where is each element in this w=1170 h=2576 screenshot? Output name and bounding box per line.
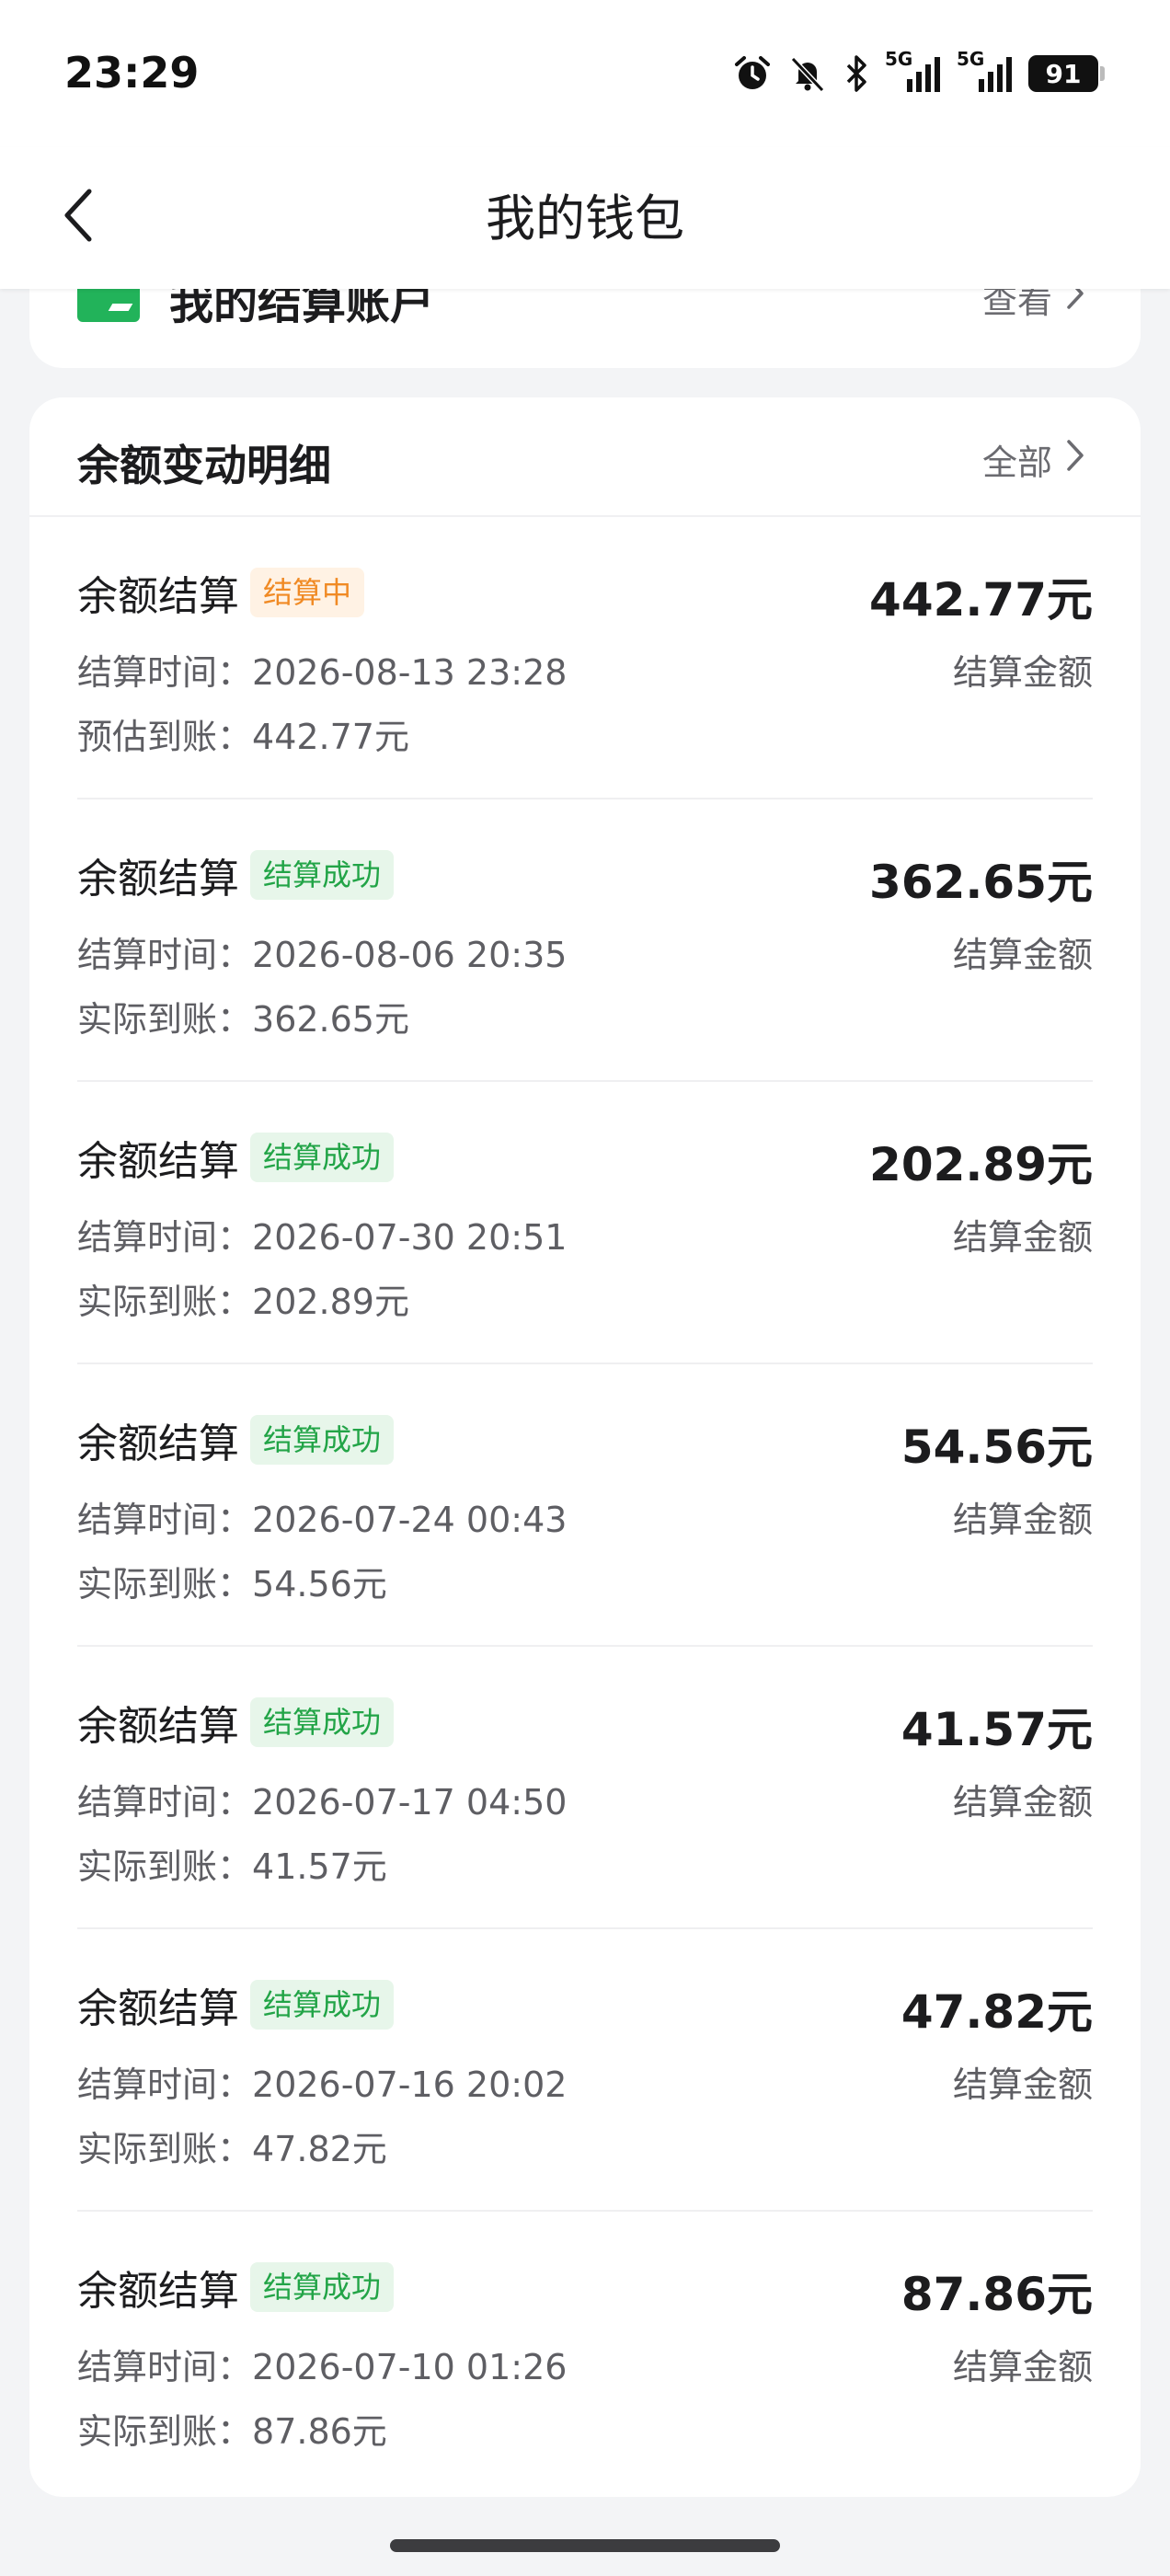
record-time: 结算时间：2026-08-13 23:28 [77, 652, 568, 693]
battery-icon: 91 [1028, 55, 1105, 92]
status-badge: 结算成功 [250, 2262, 395, 2312]
record-time: 结算时间：2026-07-30 20:51 [77, 1217, 568, 1258]
record-arrival: 实际到账：87.86元 [77, 2411, 387, 2452]
balance-detail-title: 余额变动明细 [77, 441, 331, 490]
record-arrival: 实际到账：41.57元 [77, 1846, 387, 1887]
list-item[interactable]: 余额结算 结算成功 结算时间：2026-07-24 00:43 实际到账：54.… [77, 1364, 1093, 1647]
battery-level: 91 [1045, 58, 1082, 89]
record-title: 余额结算 [77, 1703, 239, 1750]
record-amount-label: 结算金额 [952, 1217, 1093, 1258]
list-item[interactable]: 余额结算 结算成功 结算时间：2026-07-10 01:26 实际到账：87.… [77, 2212, 1093, 2494]
status-time: 23:29 [64, 48, 200, 98]
view-all-link[interactable]: 全部 [982, 434, 1085, 485]
record-title: 余额结算 [77, 1420, 239, 1467]
view-all-label: 全部 [981, 443, 1052, 483]
record-title: 余额结算 [77, 1138, 239, 1185]
status-bar: 23:29 5G 5G 91 [0, 0, 1170, 147]
record-amount-label: 结算金额 [952, 2347, 1093, 2387]
bluetooth-icon [843, 53, 870, 94]
record-title: 余额结算 [77, 2268, 239, 2315]
record-amount: 41.57元 [900, 1703, 1093, 1756]
record-amount: 87.86元 [900, 2268, 1093, 2321]
signal-5g-icon: 5G [957, 48, 1014, 96]
record-arrival: 实际到账：47.82元 [77, 2129, 387, 2169]
status-badge: 结算成功 [250, 1980, 395, 2030]
list-item[interactable]: 余额结算 结算成功 结算时间：2026-07-17 04:50 实际到账：41.… [77, 1647, 1093, 1929]
record-amount-label: 结算金额 [952, 2064, 1093, 2105]
record-amount: 54.56元 [900, 1420, 1093, 1474]
bell-muted-icon [787, 53, 828, 94]
status-icons: 5G 5G 91 [732, 46, 1105, 101]
status-badge: 结算成功 [250, 1133, 395, 1182]
record-title: 余额结算 [77, 573, 239, 620]
record-arrival: 实际到账：362.65元 [77, 999, 409, 1040]
record-amount: 442.77元 [869, 573, 1093, 627]
record-arrival: 实际到账：54.56元 [77, 1564, 387, 1604]
list-item[interactable]: 余额结算 结算中 结算时间：2026-08-13 23:28 预估到账：442.… [77, 517, 1093, 799]
record-title-row: 余额结算 结算成功 [77, 1693, 395, 1752]
list-item[interactable]: 余额结算 结算成功 结算时间：2026-07-16 20:02 实际到账：47.… [77, 1929, 1093, 2212]
page-title: 我的钱包 [486, 190, 684, 247]
record-title: 余额结算 [77, 856, 239, 903]
record-time: 结算时间：2026-07-17 04:50 [77, 1782, 568, 1823]
record-arrival: 预估到账：442.77元 [77, 717, 409, 757]
balance-detail-header: 余额变动明细 全部 [29, 397, 1141, 517]
record-title-row: 余额结算 结算中 [77, 563, 365, 622]
record-title-row: 余额结算 结算成功 [77, 1128, 395, 1187]
record-amount: 362.65元 [869, 856, 1093, 909]
record-title-row: 余额结算 结算成功 [77, 1410, 395, 1469]
record-title-row: 余额结算 结算成功 [77, 2258, 395, 2317]
record-amount: 47.82元 [900, 1985, 1093, 2039]
balance-detail-card: 余额变动明细 全部 余额结算 结算中 结算时间：2026-08-13 23:28… [29, 397, 1141, 2497]
record-time: 结算时间：2026-08-06 20:35 [77, 935, 568, 975]
record-amount-label: 结算金额 [952, 1500, 1093, 1540]
record-amount-label: 结算金额 [952, 652, 1093, 693]
signal-5g-icon: 5G [885, 48, 942, 96]
status-badge: 结算中 [250, 568, 365, 617]
alarm-icon [732, 53, 773, 94]
record-arrival: 实际到账：202.89元 [77, 1282, 409, 1322]
record-time: 结算时间：2026-07-24 00:43 [77, 1500, 568, 1540]
record-title-row: 余额结算 结算成功 [77, 1975, 395, 2034]
record-time: 结算时间：2026-07-10 01:26 [77, 2347, 568, 2387]
chevron-right-icon [1065, 438, 1085, 481]
list-item[interactable]: 余额结算 结算成功 结算时间：2026-08-06 20:35 实际到账：362… [77, 799, 1093, 1082]
record-amount-label: 结算金额 [952, 935, 1093, 975]
record-amount: 202.89元 [869, 1138, 1093, 1191]
nav-bar: 我的钱包 [0, 147, 1170, 289]
record-title: 余额结算 [77, 1985, 239, 2032]
status-badge: 结算成功 [250, 850, 395, 900]
record-time: 结算时间：2026-07-16 20:02 [77, 2064, 568, 2105]
status-badge: 结算成功 [250, 1697, 395, 1747]
record-amount-label: 结算金额 [952, 1782, 1093, 1823]
record-title-row: 余额结算 结算成功 [77, 845, 395, 904]
status-badge: 结算成功 [250, 1415, 395, 1465]
home-indicator[interactable] [390, 2539, 780, 2552]
list-item[interactable]: 余额结算 结算成功 结算时间：2026-07-30 20:51 实际到账：202… [77, 1082, 1093, 1364]
